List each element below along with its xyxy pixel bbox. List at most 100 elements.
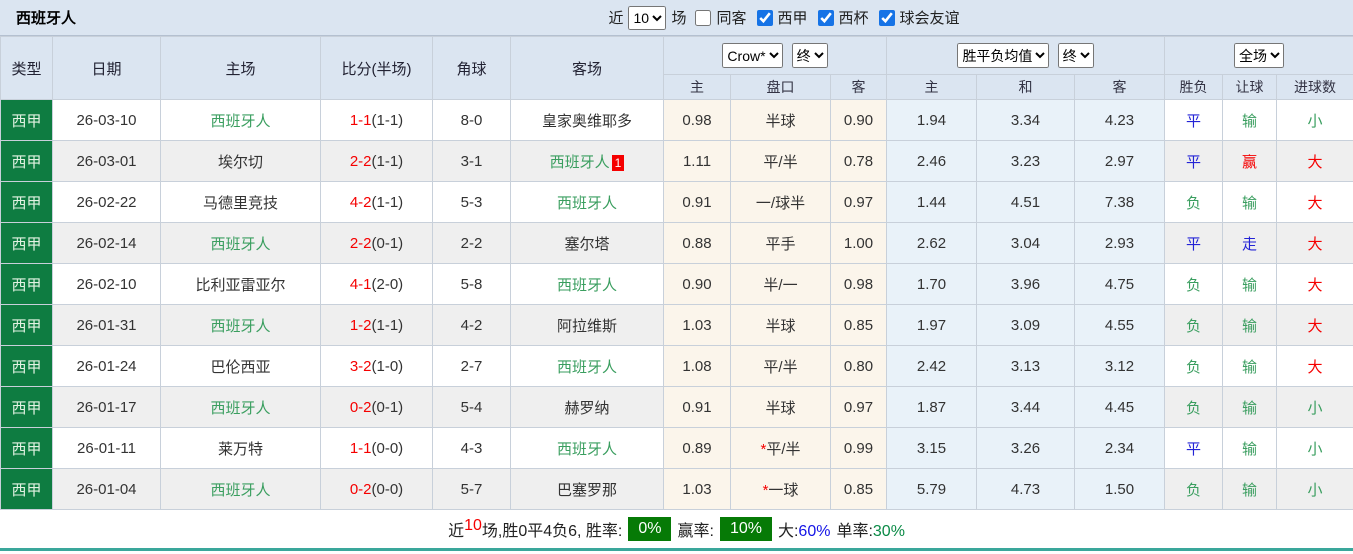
odds-home-cell: 3.15 [886, 427, 978, 469]
odds-header-group: 胜平负均值 终 [886, 36, 1166, 75]
halftime-score: (1-0) [371, 357, 404, 375]
goals-text: 大 [1307, 153, 1323, 171]
handicap-result-cell: 输 [1222, 386, 1278, 428]
halftime-score: (0-1) [371, 234, 404, 252]
handicap-away-odds-cell: 0.90 [829, 99, 888, 141]
table-row: 西甲 26-01-24 巴伦西亚 3-2(1-0) 2-7 西班牙人 1.08 … [0, 345, 1353, 387]
handicap-line-text: 半球 [765, 317, 796, 335]
result-text: 负 [1186, 276, 1202, 294]
date-cell: 26-01-31 [52, 304, 161, 346]
away-team-cell: 赫罗纳 [510, 386, 664, 428]
recent-label: 近 [608, 10, 624, 27]
away-team-cell: 塞尔塔 [510, 222, 664, 264]
odds-time-select[interactable]: 终 [1057, 43, 1094, 68]
goals-text: 大 [1307, 317, 1323, 335]
handicap-line-text: 半球 [765, 399, 796, 417]
goals-text: 小 [1307, 112, 1323, 130]
odds-away-cell: 2.34 [1074, 427, 1166, 469]
handicap-home-odds-cell: 0.91 [663, 386, 731, 428]
result-cell: 负 [1164, 386, 1224, 428]
result-cell: 平 [1164, 427, 1224, 469]
filter-checkbox: 西甲 [753, 7, 808, 29]
away-card-badge: 1 [611, 154, 625, 171]
goals-cell: 大 [1276, 140, 1353, 182]
handicap-result-cell: 输 [1222, 304, 1278, 346]
handicap-home-odds-cell: 0.89 [663, 427, 731, 469]
fulltime-score: 0-2 [349, 398, 372, 416]
bookmaker-select[interactable]: Crow* [722, 43, 784, 68]
table-row: 西甲 26-01-17 西班牙人 0-2(0-1) 5-4 赫罗纳 0.91 半… [0, 386, 1353, 428]
date-cell: 26-01-24 [52, 345, 161, 387]
away-team-name: 西班牙人 [556, 358, 617, 376]
result-text: 平 [1186, 112, 1202, 130]
big-rate: 大:60% [778, 517, 830, 541]
fulltime-score: 4-1 [349, 275, 372, 293]
league-cell: 西甲 [0, 181, 53, 223]
fulltime-score: 2-2 [349, 234, 372, 252]
odds-type-select[interactable]: 胜平负均值 [957, 43, 1050, 68]
odds-home-cell: 1.70 [886, 263, 978, 305]
away-team-name: 西班牙人 [549, 153, 610, 171]
away-team-name: 西班牙人 [556, 194, 617, 212]
goals-cell: 大 [1276, 222, 1353, 264]
subheader-ah-away: 客 [829, 74, 888, 100]
table-row: 西甲 26-01-31 西班牙人 1-2(1-1) 4-2 阿拉维斯 1.03 … [0, 304, 1353, 346]
handicap-home-odds-cell: 0.91 [663, 181, 731, 223]
score-cell: 0-2(0-0) [320, 468, 433, 510]
handicap-header-group: Crow* 终 [662, 36, 888, 75]
odds-draw-cell: 3.26 [976, 427, 1076, 469]
matches-label: 场 [671, 10, 687, 27]
filter-checkbox-input[interactable] [878, 9, 895, 26]
subheader-odds-away: 客 [1074, 74, 1166, 100]
bookmaker-time-select[interactable]: 终 [791, 43, 828, 68]
result-text: 负 [1186, 194, 1202, 212]
goals-text: 小 [1307, 481, 1323, 499]
subheader-goals: 进球数 [1276, 74, 1353, 100]
home-team-cell: 马德里竞技 [160, 181, 321, 223]
league-cell: 西甲 [0, 468, 53, 510]
profit-rate-label: 赢率: [677, 523, 714, 540]
scope-select[interactable]: 全场 [1234, 43, 1285, 68]
recent-count-select[interactable]: 10 [628, 5, 667, 30]
fulltime-score: 0-2 [349, 480, 372, 498]
summary-middle: 场,胜0平4负6, 胜率: [481, 523, 623, 540]
handicap-line-cell: 平/半 [730, 345, 831, 387]
halftime-score: (1-1) [371, 152, 404, 170]
result-cell: 平 [1164, 99, 1224, 141]
handicap-result-cell: 输 [1222, 427, 1278, 469]
away-team-cell: 西班牙人 [510, 427, 664, 469]
odds-away-cell: 2.97 [1074, 140, 1166, 182]
filter-checkbox-input[interactable] [756, 9, 773, 26]
score-cell: 2-2(1-1) [320, 140, 433, 182]
league-cell: 西甲 [0, 345, 53, 387]
filter-checkbox-input[interactable] [695, 9, 712, 26]
odds-away-cell: 1.50 [1074, 468, 1166, 510]
profit-rate-badge: 10% [719, 517, 772, 541]
handicap-away-odds-cell: 0.97 [829, 386, 888, 428]
handicap-result-cell: 走 [1222, 222, 1278, 264]
filter-checkbox-input[interactable] [817, 9, 834, 26]
fulltime-score: 1-1 [349, 111, 372, 129]
table-row: 西甲 26-03-01 埃尔切 2-2(1-1) 3-1 西班牙人 1 1.11 … [0, 140, 1353, 182]
odds-home-cell: 5.79 [886, 468, 978, 510]
away-team-cell: 西班牙人 [510, 181, 664, 223]
odds-draw-cell: 3.23 [976, 140, 1076, 182]
handicap-result-cell: 输 [1222, 181, 1278, 223]
single-rate-value: 30% [872, 523, 905, 540]
handicap-home-odds-cell: 1.11 [663, 140, 731, 182]
goals-text: 大 [1307, 358, 1323, 376]
corners-cell: 5-8 [432, 263, 511, 305]
home-team-name: 莱万特 [217, 440, 263, 458]
handicap-away-odds-cell: 0.78 [829, 140, 888, 182]
date-cell: 26-03-01 [52, 140, 161, 182]
odds-away-cell: 2.93 [1074, 222, 1166, 264]
handicap-line-text: 一/球半 [755, 194, 806, 212]
home-team-cell: 西班牙人 [160, 386, 321, 428]
matches-table: 类型 日期 主场 比分(半场) 角球 客场 Crow* 终 胜平负均值 终 全场… [0, 36, 1353, 510]
odds-draw-cell: 3.13 [976, 345, 1076, 387]
result-cell: 负 [1164, 263, 1224, 305]
halftime-score: (1-1) [371, 193, 404, 211]
home-team-name: 埃尔切 [217, 153, 263, 171]
score-cell: 1-1(1-1) [320, 99, 433, 141]
odds-home-cell: 1.97 [886, 304, 978, 346]
